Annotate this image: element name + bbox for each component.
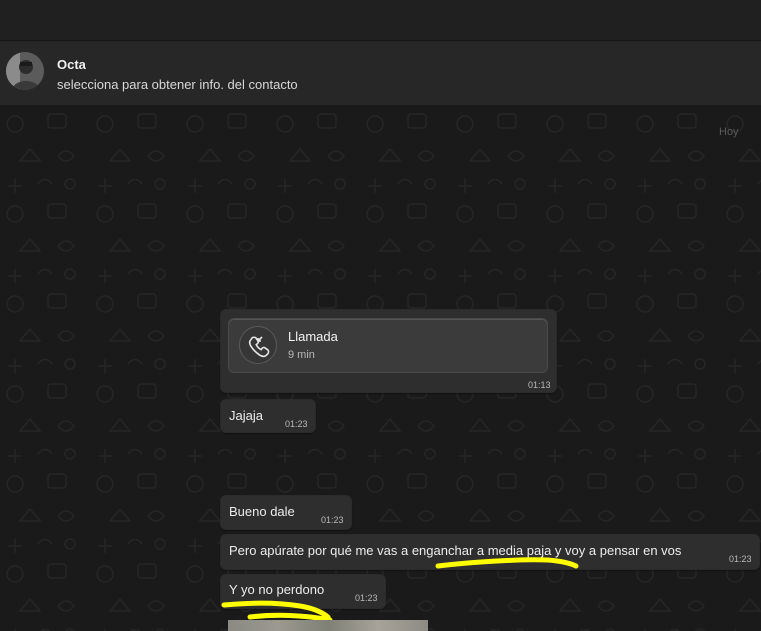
highlight-underline: [435, 557, 579, 569]
image-message-thumbnail[interactable]: [228, 620, 428, 631]
whatsapp-window: Octa selecciona para obtener info. del c…: [0, 0, 761, 631]
highlight-marks: [221, 557, 579, 623]
